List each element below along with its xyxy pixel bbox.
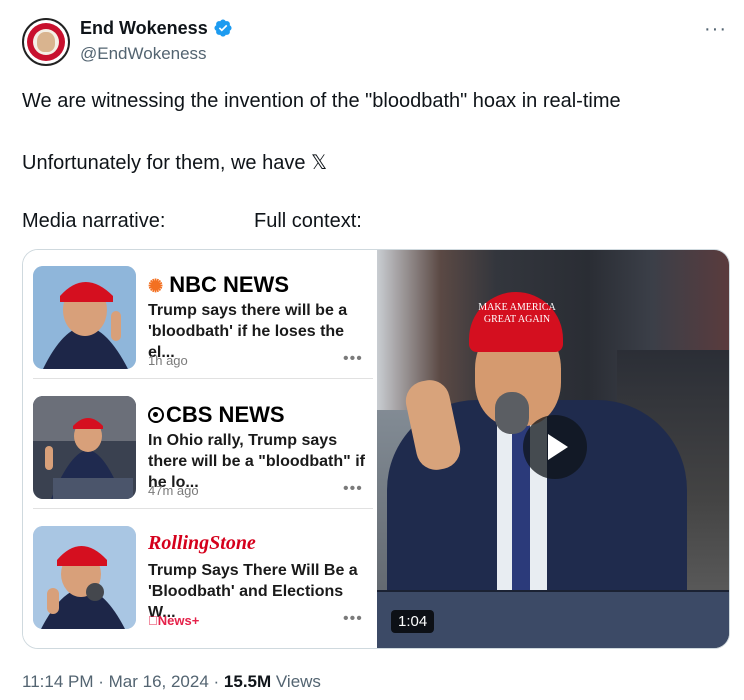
timestamp[interactable]: 11:14 PM · Mar 16, 2024 · [22, 672, 224, 691]
apple-news-plus-label: News+ [148, 613, 199, 628]
nbc-news-logo: ✺ NBC NEWS [148, 272, 289, 298]
rollingstone-logo: RollingStone [148, 532, 256, 554]
media-container[interactable]: ✺ NBC NEWS Trump says there will be a 'b… [22, 249, 730, 649]
video-player[interactable]: MAKE AMERICA GREAT AGAIN 1:04 [377, 250, 729, 648]
news-card-cbs: CBS NEWS In Ohio rally, Trump says there… [33, 388, 373, 509]
tweet-text-full-context: Full context: [254, 210, 362, 232]
tweet: End Wokeness @EndWokeness ··· We are wit… [0, 0, 744, 700]
card-more-icon: ••• [343, 350, 363, 367]
news-card-nbc: ✺ NBC NEWS Trump says there will be a 'b… [33, 258, 373, 379]
trump-speaking-thumbnail-image [33, 526, 136, 629]
avatar-face [37, 32, 55, 52]
news-screenshot-panel[interactable]: ✺ NBC NEWS Trump says there will be a 'b… [23, 250, 375, 648]
news-thumbnail [33, 526, 136, 629]
card-more-icon: ••• [343, 480, 363, 497]
news-thumbnail [33, 396, 136, 499]
tweet-text-line-1: We are witnessing the invention of the "… [22, 90, 621, 112]
display-name[interactable]: End Wokeness [80, 18, 208, 39]
tweet-text-media-narrative: Media narrative: [22, 210, 166, 232]
cbs-eye-icon [148, 407, 164, 423]
more-options-icon[interactable]: ··· [704, 18, 727, 41]
handle[interactable]: @EndWokeness [80, 44, 207, 64]
brand-name: NBC NEWS [169, 272, 289, 297]
news-card-rollingstone: RollingStone Trump Says There Will Be a … [33, 518, 373, 638]
video-podium-edge [377, 590, 729, 592]
card-more-icon: ••• [343, 610, 363, 627]
views-label: Views [271, 672, 321, 691]
tweet-text-line-2: Unfortunately for them, we have 𝕏 [22, 152, 328, 174]
video-duration: 1:04 [391, 610, 435, 633]
verified-badge-icon [214, 19, 232, 37]
views-count: 15.5M [223, 672, 272, 691]
trump-thumbnail-image [33, 266, 136, 369]
tweet-footer: 11:14 PM · Mar 16, 2024 · 15.5M Views [22, 672, 321, 692]
video-microphone [495, 392, 529, 434]
trump-rally-thumbnail-image [33, 396, 136, 499]
cap-text: MAKE AMERICA GREAT AGAIN [478, 302, 556, 325]
news-thumbnail [33, 266, 136, 369]
cbs-news-logo: CBS NEWS [148, 402, 285, 428]
avatar[interactable] [22, 18, 70, 66]
play-button-icon[interactable] [523, 415, 587, 479]
news-time: 1h ago [148, 353, 188, 368]
brand-name: CBS NEWS [166, 402, 285, 427]
nbc-peacock-icon: ✺ [148, 276, 164, 296]
news-time: 47m ago [148, 483, 199, 498]
